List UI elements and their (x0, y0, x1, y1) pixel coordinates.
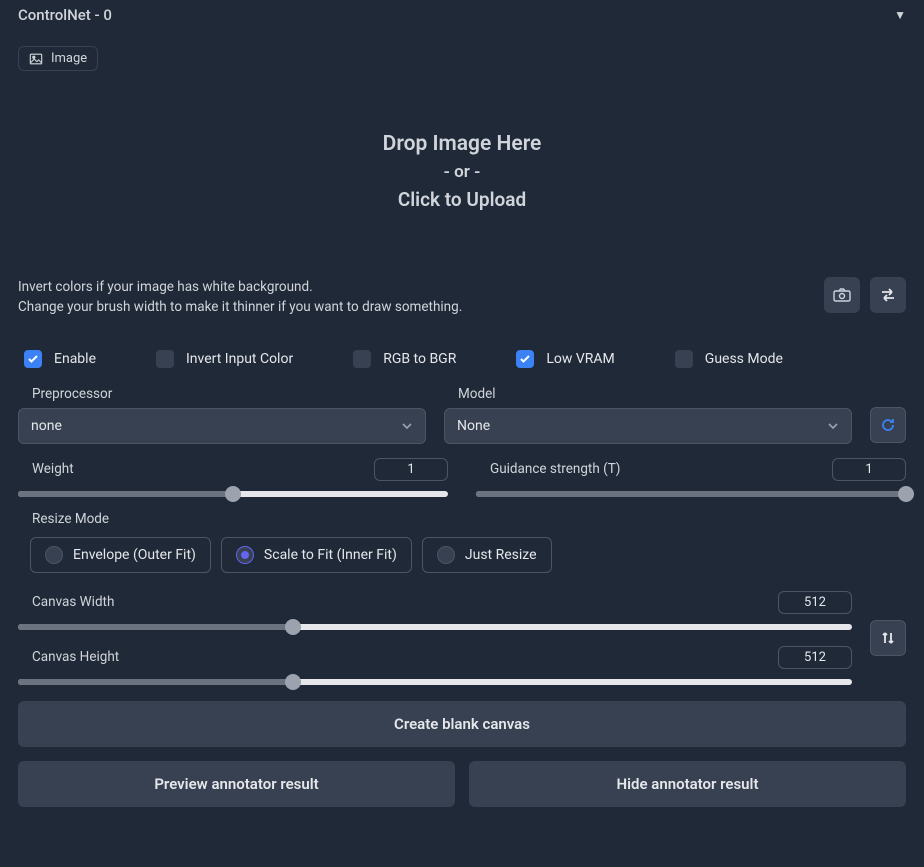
model-select[interactable]: None (444, 408, 852, 444)
check-icon (519, 353, 531, 365)
canvas-width-slider[interactable] (18, 624, 852, 630)
dropzone-text-3: Click to Upload (398, 188, 526, 211)
swap-horizontal-button[interactable] (870, 277, 906, 313)
preprocessor-label: Preprocessor (32, 386, 426, 402)
hide-annotator-button[interactable]: Hide annotator result (469, 761, 906, 807)
hint-text: Invert colors if your image has white ba… (18, 277, 462, 318)
enable-checkbox[interactable]: Enable (24, 350, 96, 368)
invert-input-color-checkbox[interactable]: Invert Input Color (156, 350, 293, 368)
rgb-to-bgr-checkbox[interactable]: RGB to BGR (353, 350, 456, 368)
image-icon (29, 52, 43, 66)
resize-just-radio[interactable]: Just Resize (422, 537, 552, 573)
check-icon (27, 353, 39, 365)
panel-title: ControlNet - 0 (18, 6, 112, 24)
swap-vertical-icon (880, 630, 896, 646)
guess-mode-checkbox[interactable]: Guess Mode (675, 350, 783, 368)
camera-icon (833, 288, 851, 302)
collapse-toggle[interactable]: ▼ (894, 8, 906, 22)
guidance-value[interactable]: 1 (832, 458, 906, 481)
dropzone-text-2: - or - (444, 162, 481, 182)
chevron-down-icon (401, 422, 413, 430)
weight-slider[interactable] (18, 491, 448, 497)
resize-scale-radio[interactable]: Scale to Fit (Inner Fit) (221, 537, 412, 573)
preprocessor-select[interactable]: none (18, 408, 426, 444)
canvas-height-value[interactable]: 512 (778, 646, 852, 669)
camera-button[interactable] (824, 277, 860, 313)
swap-horizontal-icon (879, 288, 897, 302)
tab-label: Image (51, 51, 87, 66)
resize-envelope-radio[interactable]: Envelope (Outer Fit) (30, 537, 211, 573)
model-label: Model (458, 386, 852, 402)
create-blank-canvas-button[interactable]: Create blank canvas (18, 701, 906, 747)
weight-value[interactable]: 1 (374, 458, 448, 481)
low-vram-checkbox[interactable]: Low VRAM (516, 350, 614, 368)
guidance-label: Guidance strength (T) (490, 461, 621, 477)
swap-dimensions-button[interactable] (870, 620, 906, 656)
refresh-model-button[interactable] (870, 407, 906, 443)
preview-annotator-button[interactable]: Preview annotator result (18, 761, 455, 807)
canvas-height-label: Canvas Height (32, 649, 119, 665)
dropzone-text-1: Drop Image Here (383, 132, 542, 156)
canvas-width-label: Canvas Width (32, 594, 114, 610)
tab-image[interactable]: Image (18, 46, 98, 71)
refresh-icon (880, 417, 896, 433)
guidance-slider[interactable] (476, 491, 906, 497)
weight-label: Weight (32, 461, 74, 477)
canvas-height-slider[interactable] (18, 679, 852, 685)
image-dropzone[interactable]: Drop Image Here - or - Click to Upload (18, 71, 906, 271)
canvas-width-value[interactable]: 512 (778, 591, 852, 614)
resize-mode-label: Resize Mode (32, 511, 906, 527)
chevron-down-icon (827, 422, 839, 430)
